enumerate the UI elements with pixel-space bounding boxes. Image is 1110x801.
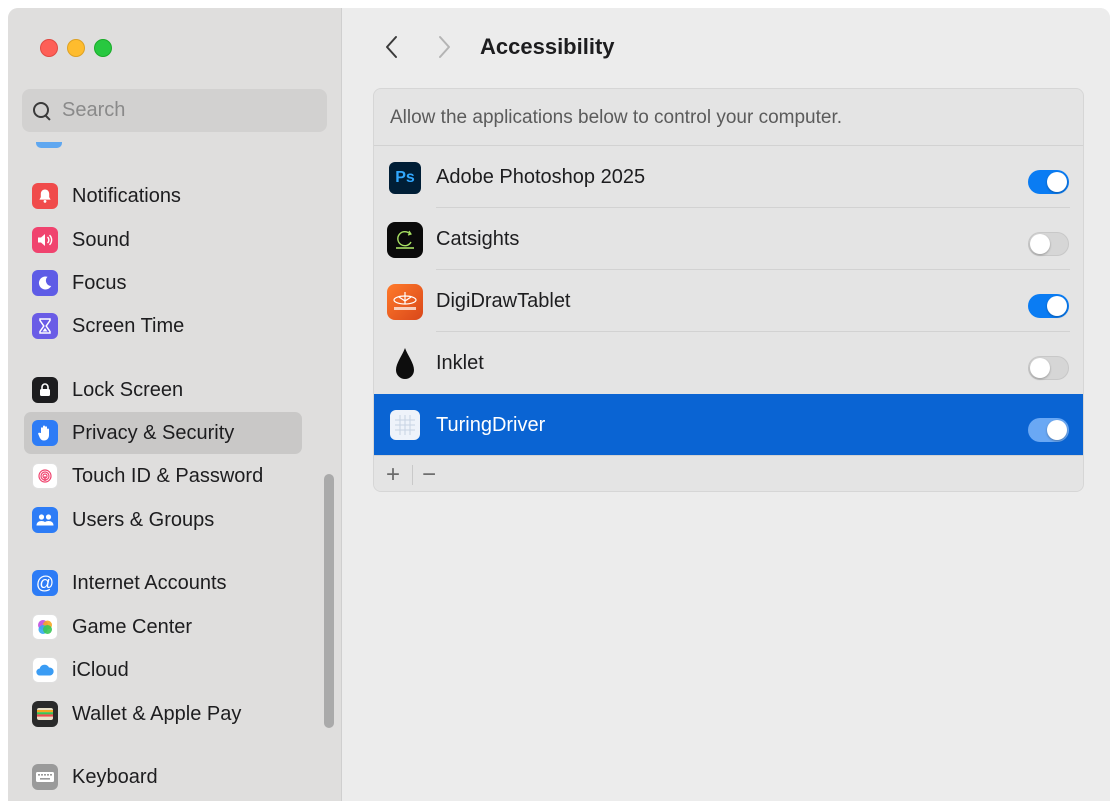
- wallet-icon: [32, 701, 58, 727]
- sidebar-item-label: Notifications: [72, 184, 181, 207]
- panel-description: Allow the applications below to control …: [390, 107, 843, 128]
- sidebar-item-keyboard[interactable]: Keyboard: [24, 756, 302, 798]
- turingdriver-icon: [390, 410, 420, 440]
- digidraw-icon: [387, 284, 423, 320]
- chevron-right-icon: [439, 36, 450, 58]
- sidebar: Notifications Sound Focus Screen Time: [8, 8, 342, 801]
- sidebar-item-label: Keyboard: [72, 765, 158, 788]
- window-controls: [40, 39, 112, 57]
- sidebar-item-icloud[interactable]: iCloud: [24, 649, 302, 691]
- search-icon: [31, 100, 53, 122]
- app-toggle[interactable]: [1028, 170, 1069, 194]
- minimize-window-button[interactable]: [67, 39, 85, 57]
- lock-icon: [32, 377, 58, 403]
- app-name: TuringDriver: [436, 414, 546, 436]
- footer-divider: [412, 465, 413, 485]
- sidebar-item-screen-time[interactable]: Screen Time: [24, 305, 302, 347]
- toggle-knob: [1047, 296, 1067, 316]
- sidebar-item-lock-screen[interactable]: Lock Screen: [24, 369, 302, 411]
- toggle-knob: [1047, 172, 1067, 192]
- at-icon: @: [32, 570, 58, 596]
- sidebar-item-privacy-security[interactable]: Privacy & Security: [24, 412, 302, 454]
- sidebar-item-label: iCloud: [72, 658, 129, 681]
- app-name: Adobe Photoshop 2025: [436, 166, 646, 188]
- catsights-icon: [387, 222, 423, 258]
- cloud-icon: [32, 657, 58, 683]
- page-title: Accessibility: [480, 34, 615, 59]
- sidebar-item-internet-accounts[interactable]: @ Internet Accounts: [24, 562, 302, 604]
- app-toggle[interactable]: [1028, 418, 1069, 442]
- app-row-catsights[interactable]: Catsights: [374, 208, 1083, 270]
- hourglass-icon: [32, 313, 58, 339]
- app-name: Inklet: [436, 352, 484, 374]
- bell-icon: [32, 183, 58, 209]
- app-row-adobe-photoshop[interactable]: Ps Adobe Photoshop 2025: [374, 146, 1083, 208]
- users-icon: [32, 507, 58, 533]
- ink-drop-icon: [387, 346, 423, 382]
- sidebar-item-label: Wallet & Apple Pay: [72, 702, 242, 725]
- app-row-digidrawtablet[interactable]: DigiDrawTablet: [374, 270, 1083, 332]
- sidebar-item-partial-icon: [36, 142, 62, 148]
- panel-footer: + −: [374, 455, 1083, 491]
- sidebar-item-label: Sound: [72, 228, 130, 251]
- search-input[interactable]: [62, 99, 312, 122]
- hand-icon: [32, 420, 58, 446]
- sidebar-item-sound[interactable]: Sound: [24, 219, 302, 261]
- accessibility-apps-panel: Allow the applications below to control …: [373, 88, 1084, 492]
- sidebar-item-label: Lock Screen: [72, 378, 184, 401]
- app-toggle[interactable]: [1028, 294, 1069, 318]
- sidebar-item-label: Internet Accounts: [72, 571, 227, 594]
- sidebar-item-touch-id[interactable]: Touch ID & Password: [24, 455, 302, 497]
- app-name: DigiDrawTablet: [436, 290, 571, 312]
- keyboard-icon: [32, 764, 58, 790]
- sidebar-item-label: Users & Groups: [72, 508, 215, 531]
- sidebar-item-focus[interactable]: Focus: [24, 262, 302, 304]
- main-content: Accessibility Allow the applications bel…: [342, 8, 1110, 801]
- add-app-button[interactable]: +: [378, 460, 408, 490]
- sidebar-item-label: Focus: [72, 271, 127, 294]
- close-window-button[interactable]: [40, 39, 58, 57]
- settings-window: Notifications Sound Focus Screen Time: [8, 8, 1110, 801]
- sidebar-item-label: Touch ID & Password: [72, 464, 264, 487]
- photoshop-icon: Ps: [389, 162, 421, 194]
- app-name: Catsights: [436, 228, 520, 250]
- toggle-knob: [1030, 358, 1050, 378]
- sidebar-item-label: Game Center: [72, 615, 193, 638]
- remove-app-button[interactable]: −: [414, 460, 444, 490]
- sidebar-scrollbar[interactable]: [324, 474, 334, 728]
- forward-button[interactable]: [432, 34, 456, 60]
- sidebar-item-game-center[interactable]: Game Center: [24, 606, 302, 648]
- sidebar-item-label: Privacy & Security: [72, 421, 235, 444]
- sidebar-item-label: Screen Time: [72, 314, 185, 337]
- fingerprint-icon: [32, 463, 58, 489]
- zoom-window-button[interactable]: [94, 39, 112, 57]
- photoshop-icon-text: Ps: [395, 169, 415, 186]
- toggle-knob: [1030, 234, 1050, 254]
- app-row-inklet[interactable]: Inklet: [374, 332, 1083, 394]
- game-center-icon: [32, 614, 58, 640]
- sidebar-item-wallet[interactable]: Wallet & Apple Pay: [24, 693, 302, 735]
- search-field[interactable]: [22, 89, 327, 132]
- sidebar-item-notifications[interactable]: Notifications: [24, 175, 302, 217]
- chevron-left-icon: [386, 36, 397, 58]
- back-button[interactable]: [380, 34, 404, 60]
- sidebar-item-users-groups[interactable]: Users & Groups: [24, 499, 302, 541]
- app-row-turingdriver[interactable]: TuringDriver: [374, 394, 1083, 456]
- app-toggle[interactable]: [1028, 232, 1069, 256]
- moon-icon: [32, 270, 58, 296]
- app-toggle[interactable]: [1028, 356, 1069, 380]
- speaker-icon: [32, 227, 58, 253]
- toggle-knob: [1047, 420, 1067, 440]
